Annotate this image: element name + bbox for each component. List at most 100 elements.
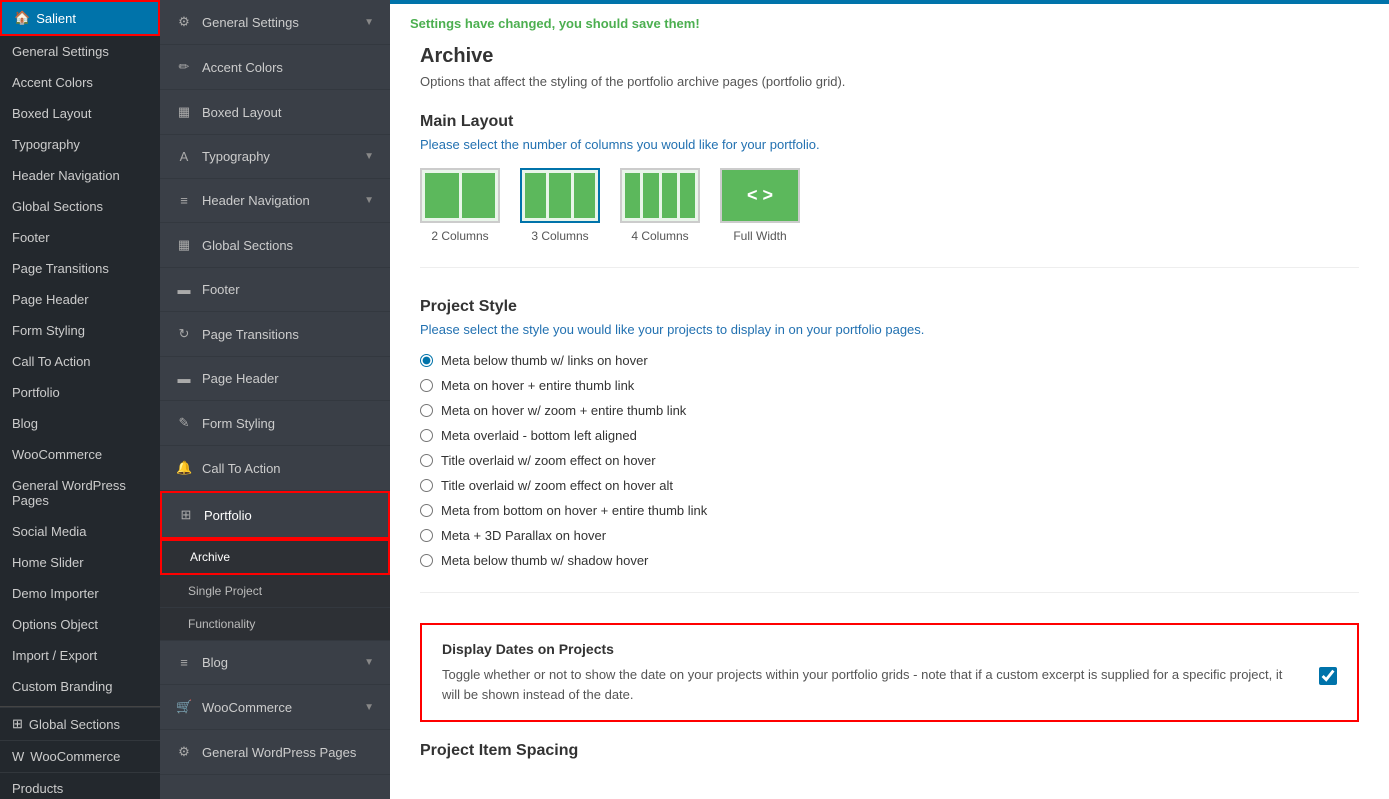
nav-item-salient-label: Salient [36,11,76,26]
nav-item-page-transitions[interactable]: Page Transitions [0,253,160,284]
middle-nav-page-header[interactable]: ▬ Page Header [160,357,390,401]
sub-item-single-project[interactable]: Single Project [160,575,390,608]
blog-label: Blog [12,416,38,431]
middle-nav-portfolio[interactable]: ⊞ Portfolio [160,491,390,539]
project-style-heading: Project Style [420,298,1359,316]
nav-item-form-styling[interactable]: Form Styling [0,315,160,346]
footer-label: Footer [12,230,50,245]
layout-col [425,173,459,218]
radio-option-2[interactable]: Meta on hover w/ zoom + entire thumb lin… [420,403,1359,418]
sub-item-archive[interactable]: Archive [160,539,390,575]
radio-input-4[interactable] [420,454,433,467]
middle-nav-typography[interactable]: A Typography ▼ [160,135,390,179]
nav-item-accent-colors[interactable]: Accent Colors [0,67,160,98]
archive-sub-label: Archive [190,550,230,564]
page-transitions-icon: ↻ [176,326,192,342]
nav-item-home-slider[interactable]: Home Slider [0,547,160,578]
custom-branding-label: Custom Branding [12,679,112,694]
header-navigation-label: Header Navigation [12,168,120,183]
nav-item-woocommerce[interactable]: WooCommerce [0,439,160,470]
boxed-layout-icon: ▦ [176,104,192,120]
middle-nav-general-wp-pages[interactable]: ⚙ General WordPress Pages [160,730,390,775]
salient-icon: 🏠 [14,10,30,26]
layout-label-2col: 2 Columns [431,229,488,243]
radio-input-6[interactable] [420,504,433,517]
display-dates-checkbox[interactable] [1319,667,1337,685]
radio-input-8[interactable] [420,554,433,567]
middle-portfolio-label: Portfolio [204,508,252,523]
sub-item-functionality[interactable]: Functionality [160,608,390,641]
nav-item-footer[interactable]: Footer [0,222,160,253]
middle-nav-page-transitions[interactable]: ↻ Page Transitions [160,312,390,357]
woocommerce-bottom-icon: W [12,749,24,764]
far-left-nav[interactable]: 🏠 Salient General Settings Accent Colors… [0,0,160,799]
nav-item-import-export[interactable]: Import / Export [0,640,160,671]
general-settings-icon: ⚙ [176,14,192,30]
radio-option-4[interactable]: Title overlaid w/ zoom effect on hover [420,453,1359,468]
nav-item-blog[interactable]: Blog [0,408,160,439]
nav-item-global-sections-bottom[interactable]: ⊞ Global Sections [0,707,160,740]
fullwidth-arrows-icon: < > [747,185,773,206]
radio-input-5[interactable] [420,479,433,492]
middle-nav-accent-colors[interactable]: ✏ Accent Colors [160,45,390,90]
radio-option-6[interactable]: Meta from bottom on hover + entire thumb… [420,503,1359,518]
middle-nav-blog[interactable]: ≡ Blog ▼ [160,641,390,685]
page-header-label: Page Header [12,292,89,307]
nav-item-woocommerce-bottom[interactable]: W WooCommerce [0,740,160,772]
nav-item-call-to-action[interactable]: Call To Action [0,346,160,377]
page-title: Archive [420,45,1359,68]
middle-nav-boxed-layout[interactable]: ▦ Boxed Layout [160,90,390,135]
middle-nav: ⚙ General Settings ▼ ✏ Accent Colors ▦ B… [160,0,390,799]
nav-item-global-sections[interactable]: Global Sections [0,191,160,222]
middle-nav-global-sections[interactable]: ▦ Global Sections [160,223,390,268]
settings-changed-message: Settings have changed, you should save t… [390,4,1389,35]
main-content: Settings have changed, you should save t… [390,0,1389,799]
layout-col [680,173,695,218]
nav-item-options-object[interactable]: Options Object [0,609,160,640]
radio-input-0[interactable] [420,354,433,367]
middle-woocommerce-label: WooCommerce [202,700,292,715]
radio-input-2[interactable] [420,404,433,417]
middle-nav-header-navigation[interactable]: ≡ Header Navigation ▼ [160,179,390,223]
nav-item-salient[interactable]: 🏠 Salient [0,0,160,36]
radio-option-8[interactable]: Meta below thumb w/ shadow hover [420,553,1359,568]
nav-item-boxed-layout[interactable]: Boxed Layout [0,98,160,129]
middle-nav-form-styling[interactable]: ✎ Form Styling [160,401,390,446]
middle-nav-footer[interactable]: ▬ Footer [160,268,390,312]
boxed-layout-label: Boxed Layout [12,106,92,121]
blog-mid-icon: ≡ [176,655,192,670]
nav-item-portfolio[interactable]: Portfolio [0,377,160,408]
radio-label-1: Meta on hover + entire thumb link [441,378,634,393]
radio-option-5[interactable]: Title overlaid w/ zoom effect on hover a… [420,478,1359,493]
middle-nav-woocommerce[interactable]: 🛒 WooCommerce ▼ [160,685,390,730]
project-style-section: Project Style Please select the style yo… [420,298,1359,593]
layout-thumb-fullwidth: < > [720,168,800,223]
nav-item-page-header[interactable]: Page Header [0,284,160,315]
radio-input-1[interactable] [420,379,433,392]
middle-nav-general-settings[interactable]: ⚙ General Settings ▼ [160,0,390,45]
demo-importer-label: Demo Importer [12,586,99,601]
middle-boxed-layout-label: Boxed Layout [202,105,282,120]
nav-item-general-settings[interactable]: General Settings [0,36,160,67]
layout-option-2col[interactable]: 2 Columns [420,168,500,243]
radio-input-7[interactable] [420,529,433,542]
nav-item-products[interactable]: Products [0,772,160,799]
radio-option-7[interactable]: Meta + 3D Parallax on hover [420,528,1359,543]
layout-option-3col[interactable]: 3 Columns [520,168,600,243]
call-to-action-icon: 🔔 [176,460,192,476]
radio-option-3[interactable]: Meta overlaid - bottom left aligned [420,428,1359,443]
layout-option-4col[interactable]: 4 Columns [620,168,700,243]
portfolio-submenu: Archive Single Project Functionality [160,539,390,641]
nav-item-social-media[interactable]: Social Media [0,516,160,547]
radio-option-0[interactable]: Meta below thumb w/ links on hover [420,353,1359,368]
middle-nav-call-to-action[interactable]: 🔔 Call To Action [160,446,390,491]
radio-option-1[interactable]: Meta on hover + entire thumb link [420,378,1359,393]
nav-item-custom-branding[interactable]: Custom Branding [0,671,160,702]
nav-item-header-navigation[interactable]: Header Navigation [0,160,160,191]
layout-option-fullwidth[interactable]: < > Full Width [720,168,800,243]
nav-item-demo-importer[interactable]: Demo Importer [0,578,160,609]
woocommerce-label: WooCommerce [12,447,102,462]
nav-item-typography[interactable]: Typography [0,129,160,160]
radio-input-3[interactable] [420,429,433,442]
nav-item-general-wp-pages[interactable]: General WordPress Pages [0,470,160,516]
